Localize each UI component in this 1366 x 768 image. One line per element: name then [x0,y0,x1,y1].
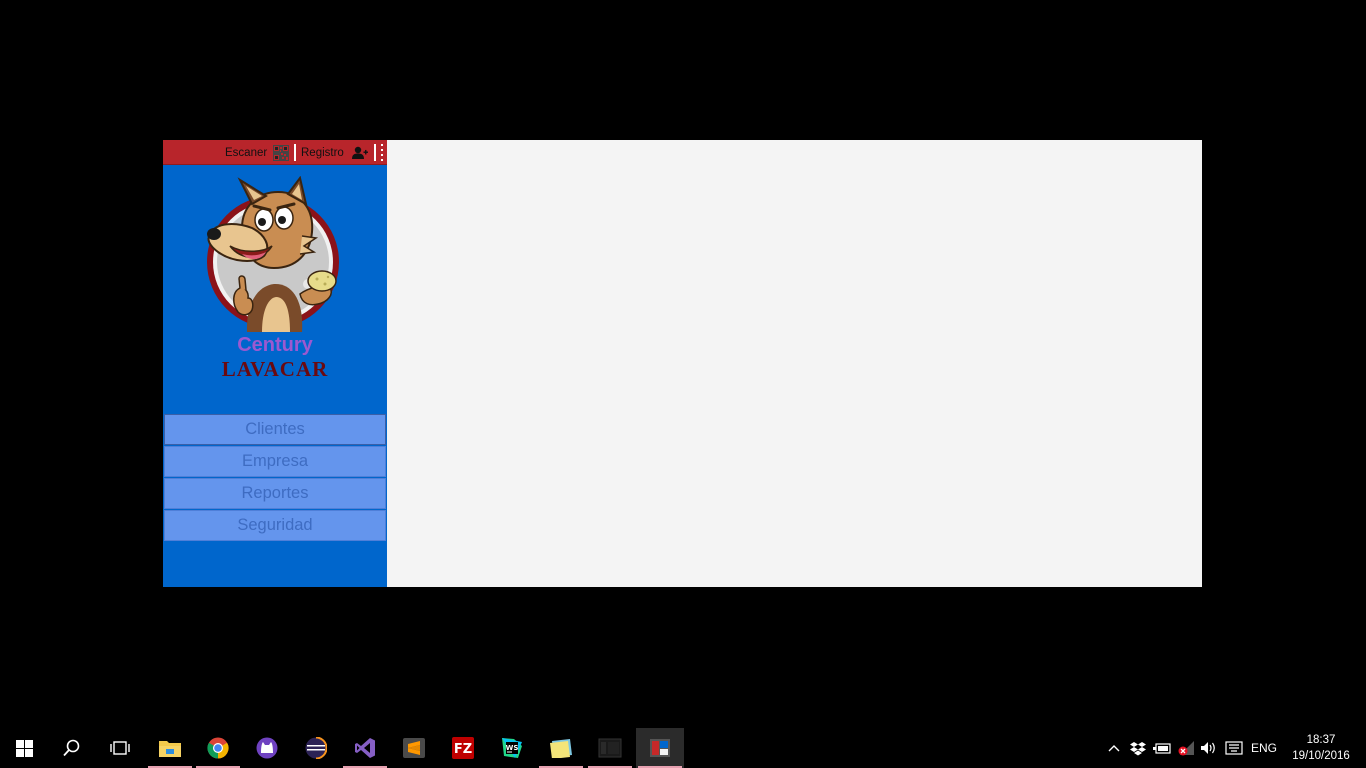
network-disconnected-icon[interactable] [1176,728,1196,768]
clock[interactable]: 18:37 19/10/2016 [1290,732,1352,764]
svg-text:FZ: FZ [454,742,472,757]
register-label: Registro [301,146,344,159]
github-desktop-icon[interactable] [243,728,291,768]
volume-icon[interactable] [1199,728,1219,768]
menu-item-empresa[interactable]: Empresa [164,446,386,477]
clock-time: 18:37 [1306,734,1336,746]
show-hidden-icons-chevron-icon[interactable] [1104,728,1124,768]
eclipse-icon[interactable] [292,728,340,768]
svg-text:WS: WS [506,744,519,752]
add-user-icon [351,146,368,159]
filezilla-icon[interactable]: FZ [439,728,487,768]
brand-name: Century [237,334,313,356]
brand-subtitle: LAVACAR [221,357,329,381]
qr-code-icon [273,144,290,161]
sidebar-menu: Clientes Empresa Reportes Seguridad [163,414,387,542]
visual-studio-icon[interactable] [341,728,389,768]
keyboard-input-icon[interactable] [1223,728,1245,768]
more-options-icon[interactable] [379,144,385,161]
taskbar: FZ WS ENG 18:37 19/10/2016 [0,728,1366,768]
sidebar: Escaner Registro Century LAVACAR Cliente… [163,140,387,587]
file-explorer-icon[interactable] [146,728,194,768]
menu-item-seguridad[interactable]: Seguridad [164,510,386,541]
windows-start-icon[interactable] [0,728,48,768]
toolbar-separator [374,144,376,161]
language-indicator[interactable]: ENG [1248,728,1280,768]
scan-button[interactable]: Escaner [225,143,290,162]
app-window-icon[interactable] [586,728,634,768]
language-label: ENG [1250,741,1277,755]
main-content-area [387,140,1202,587]
register-button[interactable]: Registro [301,143,368,162]
battery-icon[interactable] [1152,728,1172,768]
clock-date: 19/10/2016 [1292,750,1350,762]
task-view-icon[interactable] [96,728,144,768]
wolf-mascot-logo [207,176,339,332]
webstorm-icon[interactable]: WS [488,728,536,768]
sublime-text-icon[interactable] [390,728,438,768]
menu-item-clientes[interactable]: Clientes [164,414,386,445]
app-window: Escaner Registro Century LAVACAR Cliente… [163,140,1202,587]
menu-item-reportes[interactable]: Reportes [164,478,386,509]
search-icon[interactable] [48,728,96,768]
scan-label: Escaner [225,146,268,159]
toolbar-separator [294,144,296,161]
app-window-icon[interactable] [636,728,684,768]
chrome-icon[interactable] [194,728,242,768]
dropbox-icon[interactable] [1128,728,1148,768]
sticky-notes-icon[interactable] [537,728,585,768]
top-toolbar: Escaner Registro [163,140,387,165]
